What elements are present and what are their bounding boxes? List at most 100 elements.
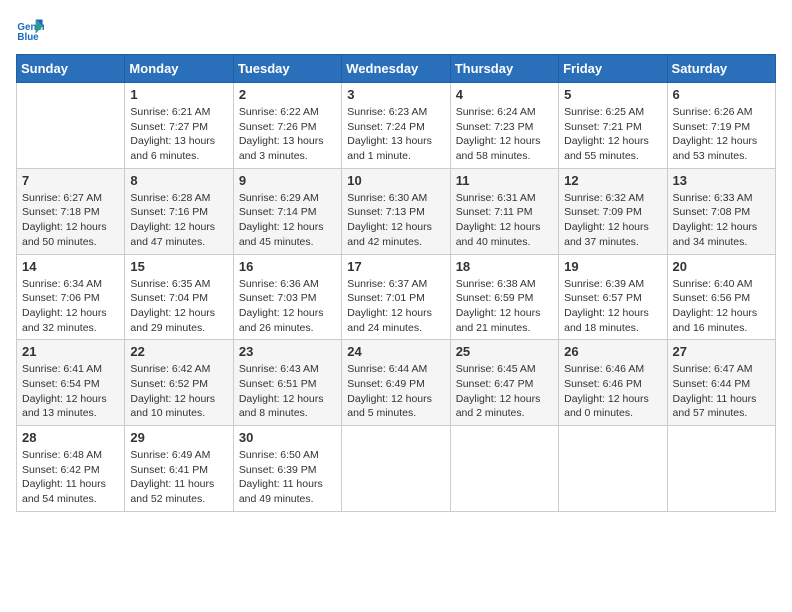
day-number: 5 bbox=[564, 87, 661, 102]
day-info: Sunrise: 6:30 AM Sunset: 7:13 PM Dayligh… bbox=[347, 191, 444, 250]
calendar-week-row: 14Sunrise: 6:34 AM Sunset: 7:06 PM Dayli… bbox=[17, 254, 776, 340]
calendar-cell: 4 Sunrise: 6:24 AM Sunset: 7:23 PM Daylig… bbox=[450, 83, 558, 169]
weekday-header: Thursday bbox=[450, 55, 558, 83]
day-info: Sunrise: 6:43 AM Sunset: 6:51 PM Dayligh… bbox=[239, 362, 336, 421]
day-number: 8 bbox=[130, 173, 227, 188]
calendar-cell: 11 Sunrise: 6:31 AM Sunset: 7:11 PM Dayli… bbox=[450, 168, 558, 254]
calendar-cell: 15Sunrise: 6:35 AM Sunset: 7:04 PM Dayli… bbox=[125, 254, 233, 340]
day-info: Sunrise: 6:26 AM Sunset: 7:19 PM Dayligh… bbox=[673, 105, 770, 164]
calendar-cell: 30 Sunrise: 6:50 AM Sunset: 6:39 PM Dayli… bbox=[233, 426, 341, 512]
calendar-week-row: 7 Sunrise: 6:27 AM Sunset: 7:18 PM Daylig… bbox=[17, 168, 776, 254]
calendar-cell bbox=[450, 426, 558, 512]
calendar-cell: 25 Sunrise: 6:45 AM Sunset: 6:47 PM Dayli… bbox=[450, 340, 558, 426]
day-info: Sunrise: 6:22 AM Sunset: 7:26 PM Dayligh… bbox=[239, 105, 336, 164]
calendar-table: SundayMondayTuesdayWednesdayThursdayFrid… bbox=[16, 54, 776, 512]
calendar-cell bbox=[559, 426, 667, 512]
day-info: Sunrise: 6:29 AM Sunset: 7:14 PM Dayligh… bbox=[239, 191, 336, 250]
day-info: Sunrise: 6:23 AM Sunset: 7:24 PM Dayligh… bbox=[347, 105, 444, 164]
day-info: Sunrise: 6:36 AM Sunset: 7:03 PM Dayligh… bbox=[239, 277, 336, 336]
calendar-cell: 7 Sunrise: 6:27 AM Sunset: 7:18 PM Daylig… bbox=[17, 168, 125, 254]
calendar-week-row: 21 Sunrise: 6:41 AM Sunset: 6:54 PM Dayli… bbox=[17, 340, 776, 426]
calendar-cell: 3 Sunrise: 6:23 AM Sunset: 7:24 PM Daylig… bbox=[342, 83, 450, 169]
calendar-cell: 21 Sunrise: 6:41 AM Sunset: 6:54 PM Dayli… bbox=[17, 340, 125, 426]
day-info: Sunrise: 6:42 AM Sunset: 6:52 PM Dayligh… bbox=[130, 362, 227, 421]
calendar-cell: 16Sunrise: 6:36 AM Sunset: 7:03 PM Dayli… bbox=[233, 254, 341, 340]
day-number: 21 bbox=[22, 344, 119, 359]
calendar-cell: 28 Sunrise: 6:48 AM Sunset: 6:42 PM Dayli… bbox=[17, 426, 125, 512]
day-info: Sunrise: 6:33 AM Sunset: 7:08 PM Dayligh… bbox=[673, 191, 770, 250]
day-number: 26 bbox=[564, 344, 661, 359]
calendar-cell: 29Sunrise: 6:49 AM Sunset: 6:41 PM Dayli… bbox=[125, 426, 233, 512]
svg-text:Blue: Blue bbox=[17, 32, 39, 43]
day-number: 13 bbox=[673, 173, 770, 188]
day-number: 30 bbox=[239, 430, 336, 445]
calendar-cell: 22 Sunrise: 6:42 AM Sunset: 6:52 PM Dayli… bbox=[125, 340, 233, 426]
day-info: Sunrise: 6:40 AM Sunset: 6:56 PM Dayligh… bbox=[673, 277, 770, 336]
calendar-cell: 6 Sunrise: 6:26 AM Sunset: 7:19 PM Daylig… bbox=[667, 83, 775, 169]
calendar-week-row: 28 Sunrise: 6:48 AM Sunset: 6:42 PM Dayli… bbox=[17, 426, 776, 512]
day-number: 18 bbox=[456, 259, 553, 274]
weekday-header: Wednesday bbox=[342, 55, 450, 83]
calendar-cell: 20Sunrise: 6:40 AM Sunset: 6:56 PM Dayli… bbox=[667, 254, 775, 340]
calendar-cell: 8 Sunrise: 6:28 AM Sunset: 7:16 PM Daylig… bbox=[125, 168, 233, 254]
day-number: 2 bbox=[239, 87, 336, 102]
calendar-cell: 9Sunrise: 6:29 AM Sunset: 7:14 PM Daylig… bbox=[233, 168, 341, 254]
day-number: 11 bbox=[456, 173, 553, 188]
day-number: 22 bbox=[130, 344, 227, 359]
weekday-header: Sunday bbox=[17, 55, 125, 83]
calendar-cell: 19Sunrise: 6:39 AM Sunset: 6:57 PM Dayli… bbox=[559, 254, 667, 340]
weekday-header: Tuesday bbox=[233, 55, 341, 83]
calendar-cell: 23 Sunrise: 6:43 AM Sunset: 6:51 PM Dayli… bbox=[233, 340, 341, 426]
weekday-header: Friday bbox=[559, 55, 667, 83]
day-info: Sunrise: 6:50 AM Sunset: 6:39 PM Dayligh… bbox=[239, 448, 336, 507]
page-header: General Blue bbox=[16, 16, 776, 44]
weekday-header-row: SundayMondayTuesdayWednesdayThursdayFrid… bbox=[17, 55, 776, 83]
day-number: 3 bbox=[347, 87, 444, 102]
day-info: Sunrise: 6:47 AM Sunset: 6:44 PM Dayligh… bbox=[673, 362, 770, 421]
day-info: Sunrise: 6:35 AM Sunset: 7:04 PM Dayligh… bbox=[130, 277, 227, 336]
day-info: Sunrise: 6:32 AM Sunset: 7:09 PM Dayligh… bbox=[564, 191, 661, 250]
day-info: Sunrise: 6:44 AM Sunset: 6:49 PM Dayligh… bbox=[347, 362, 444, 421]
calendar-cell: 14Sunrise: 6:34 AM Sunset: 7:06 PM Dayli… bbox=[17, 254, 125, 340]
day-info: Sunrise: 6:27 AM Sunset: 7:18 PM Dayligh… bbox=[22, 191, 119, 250]
calendar-cell: 13 Sunrise: 6:33 AM Sunset: 7:08 PM Dayli… bbox=[667, 168, 775, 254]
weekday-header: Monday bbox=[125, 55, 233, 83]
day-info: Sunrise: 6:25 AM Sunset: 7:21 PM Dayligh… bbox=[564, 105, 661, 164]
day-info: Sunrise: 6:46 AM Sunset: 6:46 PM Dayligh… bbox=[564, 362, 661, 421]
day-info: Sunrise: 6:24 AM Sunset: 7:23 PM Dayligh… bbox=[456, 105, 553, 164]
day-number: 10 bbox=[347, 173, 444, 188]
day-number: 28 bbox=[22, 430, 119, 445]
day-number: 17 bbox=[347, 259, 444, 274]
calendar-cell: 5 Sunrise: 6:25 AM Sunset: 7:21 PM Daylig… bbox=[559, 83, 667, 169]
day-info: Sunrise: 6:28 AM Sunset: 7:16 PM Dayligh… bbox=[130, 191, 227, 250]
calendar-cell: 18 Sunrise: 6:38 AM Sunset: 6:59 PM Dayli… bbox=[450, 254, 558, 340]
calendar-cell: 26 Sunrise: 6:46 AM Sunset: 6:46 PM Dayli… bbox=[559, 340, 667, 426]
day-info: Sunrise: 6:37 AM Sunset: 7:01 PM Dayligh… bbox=[347, 277, 444, 336]
day-info: Sunrise: 6:48 AM Sunset: 6:42 PM Dayligh… bbox=[22, 448, 119, 507]
logo: General Blue bbox=[16, 16, 48, 44]
day-number: 24 bbox=[347, 344, 444, 359]
day-info: Sunrise: 6:41 AM Sunset: 6:54 PM Dayligh… bbox=[22, 362, 119, 421]
calendar-cell bbox=[17, 83, 125, 169]
day-info: Sunrise: 6:39 AM Sunset: 6:57 PM Dayligh… bbox=[564, 277, 661, 336]
calendar-week-row: 1 Sunrise: 6:21 AM Sunset: 7:27 PM Daylig… bbox=[17, 83, 776, 169]
day-number: 7 bbox=[22, 173, 119, 188]
logo-icon: General Blue bbox=[16, 16, 44, 44]
day-number: 1 bbox=[130, 87, 227, 102]
day-info: Sunrise: 6:34 AM Sunset: 7:06 PM Dayligh… bbox=[22, 277, 119, 336]
calendar-cell bbox=[667, 426, 775, 512]
calendar-cell bbox=[342, 426, 450, 512]
calendar-cell: 10 Sunrise: 6:30 AM Sunset: 7:13 PM Dayli… bbox=[342, 168, 450, 254]
day-number: 23 bbox=[239, 344, 336, 359]
day-number: 6 bbox=[673, 87, 770, 102]
day-info: Sunrise: 6:45 AM Sunset: 6:47 PM Dayligh… bbox=[456, 362, 553, 421]
calendar-cell: 24 Sunrise: 6:44 AM Sunset: 6:49 PM Dayli… bbox=[342, 340, 450, 426]
day-info: Sunrise: 6:21 AM Sunset: 7:27 PM Dayligh… bbox=[130, 105, 227, 164]
day-number: 4 bbox=[456, 87, 553, 102]
calendar-cell: 17 Sunrise: 6:37 AM Sunset: 7:01 PM Dayli… bbox=[342, 254, 450, 340]
day-info: Sunrise: 6:49 AM Sunset: 6:41 PM Dayligh… bbox=[130, 448, 227, 507]
day-info: Sunrise: 6:38 AM Sunset: 6:59 PM Dayligh… bbox=[456, 277, 553, 336]
day-number: 25 bbox=[456, 344, 553, 359]
day-info: Sunrise: 6:31 AM Sunset: 7:11 PM Dayligh… bbox=[456, 191, 553, 250]
calendar-cell: 1 Sunrise: 6:21 AM Sunset: 7:27 PM Daylig… bbox=[125, 83, 233, 169]
